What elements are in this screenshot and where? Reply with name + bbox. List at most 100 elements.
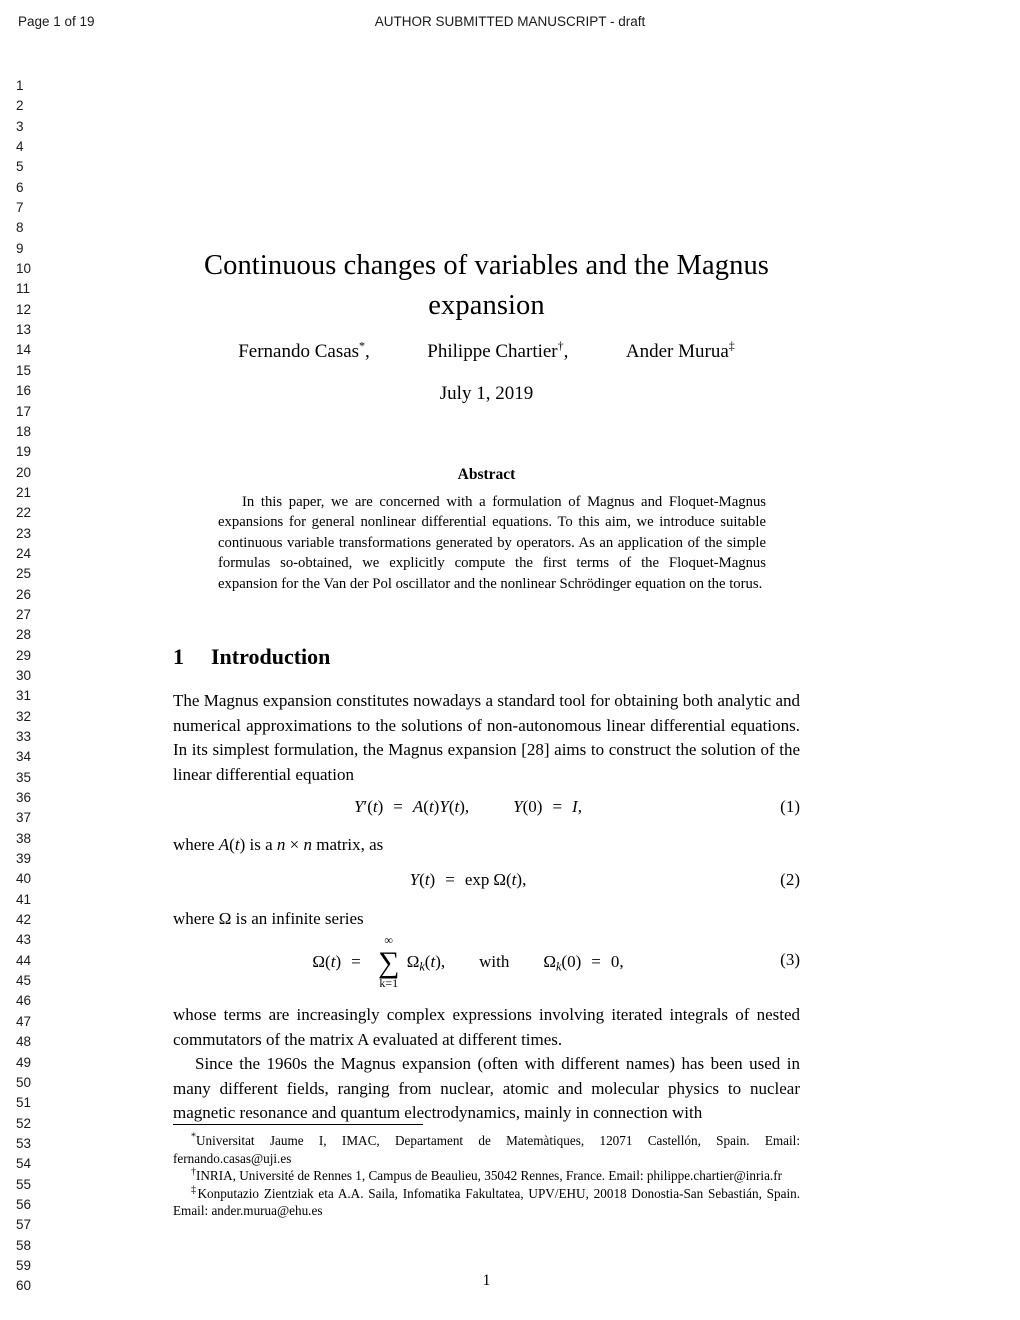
line-number: 35 [16, 769, 32, 785]
equation-2-number: (2) [780, 870, 800, 889]
author-3-footnote-marker: ‡ [728, 338, 735, 353]
line-number: 46 [16, 993, 32, 1009]
author-2-name: Philippe Chartier [427, 341, 558, 362]
footnote-1-text: Universitat Jaume I, IMAC, Departament d… [173, 1133, 800, 1166]
author-3-name: Ander Murua [625, 341, 729, 362]
line-number: 49 [16, 1054, 32, 1070]
line-number: 51 [16, 1095, 32, 1111]
line-number: 8 [16, 220, 24, 236]
summation-upper-limit: ∞ [384, 933, 393, 947]
line-number: 2 [16, 98, 24, 114]
line-number: 48 [16, 1034, 32, 1050]
line-number: 29 [16, 647, 32, 663]
page-folio-number: 1 [482, 1272, 491, 1289]
line-number: 59 [16, 1257, 32, 1273]
author-list: Fernando Casas*, Philippe Chartier†, And… [173, 338, 800, 363]
title-line-2: expansion [428, 290, 545, 321]
line-number: 44 [16, 952, 32, 968]
line-number: 15 [16, 362, 32, 378]
equation-1: Y′(t) = A(t)Y(t), Y(0) = I, (1) [173, 797, 800, 823]
line-number-gutter: 1 2 3 4 5 6 7 8 9 10 11 12 13 14 15 16 17 18 19 20 21 22 23 24 2… [16, 76, 52, 1297]
manuscript-status-label: AUTHOR SUBMITTED MANUSCRIPT - draft [374, 14, 646, 29]
line-number: 47 [16, 1013, 32, 1029]
section-heading-introduction: 1 Introduction [173, 644, 800, 670]
line-number: 57 [16, 1217, 32, 1233]
line-number: 33 [16, 729, 32, 744]
footnote-2-text: INRIA, Université de Rennes 1, Campus de… [196, 1168, 783, 1184]
line-number: 60 [16, 1278, 32, 1294]
line-number: 4 [16, 139, 24, 155]
section-title: Introduction [211, 644, 331, 669]
line-number: 12 [16, 301, 32, 317]
footnote-1: *Universitat Jaume I, IMAC, Departament … [173, 1132, 800, 1167]
line-number: 45 [16, 973, 32, 989]
line-number: 27 [16, 606, 32, 622]
line-number: 58 [16, 1237, 32, 1253]
line-number: 17 [16, 403, 32, 419]
author-3: Ander Murua‡ [625, 338, 735, 363]
section-number: 1 [173, 644, 184, 669]
line-number: 9 [16, 240, 24, 256]
footnote-3: ‡Konputazio Zientziak eta A.A. Saila, In… [173, 1185, 800, 1220]
equation-3-body: Ω(t) = ∞ ∑ k=1 Ωk(t), with Ωk(0) = 0, [312, 933, 624, 990]
line-number: 42 [16, 912, 32, 928]
line-number: 36 [16, 790, 32, 806]
line-number: 50 [16, 1074, 32, 1090]
summation-lower-limit: k=1 [379, 976, 399, 990]
line-number: 3 [16, 118, 24, 134]
footnote-2: †INRIA, Université de Rennes 1, Campus d… [173, 1167, 800, 1185]
footnote-list: *Universitat Jaume I, IMAC, Departament … [173, 1132, 800, 1220]
author-1-separator: , [365, 341, 370, 362]
paragraph-whose-terms: whose terms are increasingly complex exp… [173, 1005, 800, 1049]
author-1: Fernando Casas*, [238, 340, 370, 363]
line-number: 56 [16, 1196, 32, 1212]
line-number: 31 [16, 688, 32, 704]
line-number: 18 [16, 423, 32, 439]
line-number: 41 [16, 891, 32, 907]
where-A-post: matrix, as [311, 835, 384, 854]
page-title: Continuous changes of variables and the … [173, 246, 800, 326]
where-A-mid: is a [245, 835, 277, 854]
line-number: 16 [16, 383, 32, 399]
line-number: 6 [16, 179, 24, 195]
line-number: 24 [16, 545, 32, 561]
where-omega-post: is an infinite series [231, 909, 364, 928]
author-1-name: Fernando Casas [238, 341, 360, 362]
equation-3: Ω(t) = ∞ ∑ k=1 Ωk(t), with Ωk(0) = 0, (3) [173, 933, 800, 990]
line-number: 38 [16, 830, 32, 846]
line-number: 7 [16, 200, 24, 216]
line-number: 23 [16, 525, 32, 541]
footnote-3-text: Konputazio Zientziak eta A.A. Saila, Inf… [173, 1185, 800, 1219]
paragraph-since-1960s: Since the 1960s the Magnus expansion (of… [173, 1054, 800, 1123]
line-number: 11 [16, 281, 31, 297]
line-number: 14 [16, 342, 32, 358]
line-number: 43 [16, 932, 32, 948]
line-number: 1 [16, 78, 24, 93]
line-number: 54 [16, 1156, 32, 1172]
line-number: 40 [16, 871, 32, 887]
line-number: 55 [16, 1176, 32, 1192]
footnote-separator [173, 1124, 423, 1125]
where-omega-pre: where [173, 909, 219, 928]
line-number: 26 [16, 586, 32, 602]
line-number: 53 [16, 1135, 32, 1151]
line-number: 37 [16, 810, 32, 826]
line-number: 28 [16, 627, 32, 643]
line-number: 39 [16, 851, 32, 867]
author-2-separator: , [563, 341, 569, 362]
line-number: 13 [16, 322, 32, 338]
publication-date: July 1, 2019 [439, 383, 534, 404]
line-number: 22 [16, 505, 32, 521]
line-number: 5 [16, 159, 24, 175]
equation-1-body: Y′(t) = A(t)Y(t), Y(0) = I, [354, 797, 582, 816]
paragraph-where-A: where A(t) is a n × n matrix, as [173, 835, 384, 854]
paragraph-intro: The Magnus expansion constitutes nowaday… [173, 691, 800, 784]
equation-1-number: (1) [780, 797, 800, 816]
line-number: 30 [16, 667, 32, 683]
running-header: Page 1 of 19 AUTHOR SUBMITTED MANUSCRIPT… [0, 14, 1020, 34]
abstract-heading: Abstract [457, 466, 516, 483]
line-number: 32 [16, 708, 32, 724]
line-number: 20 [16, 464, 32, 480]
equation-3-number: (3) [780, 950, 800, 969]
abstract-text: In this paper, we are concerned with a f… [218, 494, 766, 592]
